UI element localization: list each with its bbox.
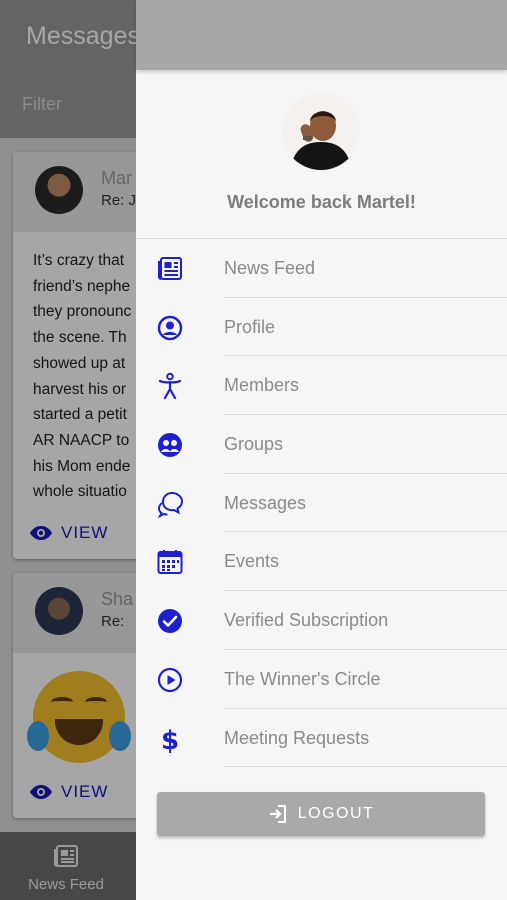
play-circle-icon <box>157 667 183 692</box>
user-circle-icon <box>157 315 183 340</box>
menu-item-groups[interactable]: Groups <box>136 415 507 474</box>
menu-item-winners-circle[interactable]: The Winner's Circle <box>136 650 507 709</box>
drawer-menu: News Feed Profile Members Groups Message… <box>136 239 507 768</box>
groups-icon <box>158 433 182 458</box>
menu-item-verified-subscription[interactable]: Verified Subscription <box>136 591 507 650</box>
menu-item-label: Verified Subscription <box>224 610 389 631</box>
newspaper-icon <box>158 257 182 280</box>
user-avatar[interactable] <box>282 92 360 170</box>
menu-item-label: Events <box>224 551 280 572</box>
menu-item-meeting-requests[interactable]: $ Meeting Requests <box>136 709 507 768</box>
menu-item-events[interactable]: Events <box>136 532 507 592</box>
welcome-message: Welcome back Martel! <box>227 192 416 212</box>
logout-label: LOGOUT <box>297 805 375 822</box>
svg-text:$: $ <box>161 726 179 753</box>
menu-item-label: Groups <box>224 434 284 455</box>
drawer-header-bar <box>136 0 507 70</box>
chat-bubbles-icon <box>157 491 184 518</box>
menu-item-messages[interactable]: Messages <box>136 474 507 533</box>
logout-icon <box>269 805 286 823</box>
menu-item-label: Messages <box>224 492 307 513</box>
menu-item-profile[interactable]: Profile <box>136 298 507 357</box>
menu-item-label: Members <box>224 375 300 396</box>
menu-item-members[interactable]: Members <box>136 356 507 416</box>
menu-item-label: News Feed <box>224 258 316 278</box>
check-circle-icon <box>158 609 182 634</box>
menu-item-label: The Winner's Circle <box>224 668 381 689</box>
person-accessibility-icon <box>158 373 182 400</box>
calendar-icon <box>157 550 183 575</box>
menu-item-news-feed[interactable]: News Feed <box>136 239 507 298</box>
menu-item-label: Meeting Requests <box>224 727 370 748</box>
logout-button[interactable]: LOGOUT <box>157 792 485 836</box>
menu-item-label: Profile <box>224 316 276 337</box>
navigation-drawer: Welcome back Martel! News Feed Profile M… <box>136 0 507 900</box>
dollar-icon: $ <box>161 726 179 753</box>
divider <box>224 766 507 768</box>
